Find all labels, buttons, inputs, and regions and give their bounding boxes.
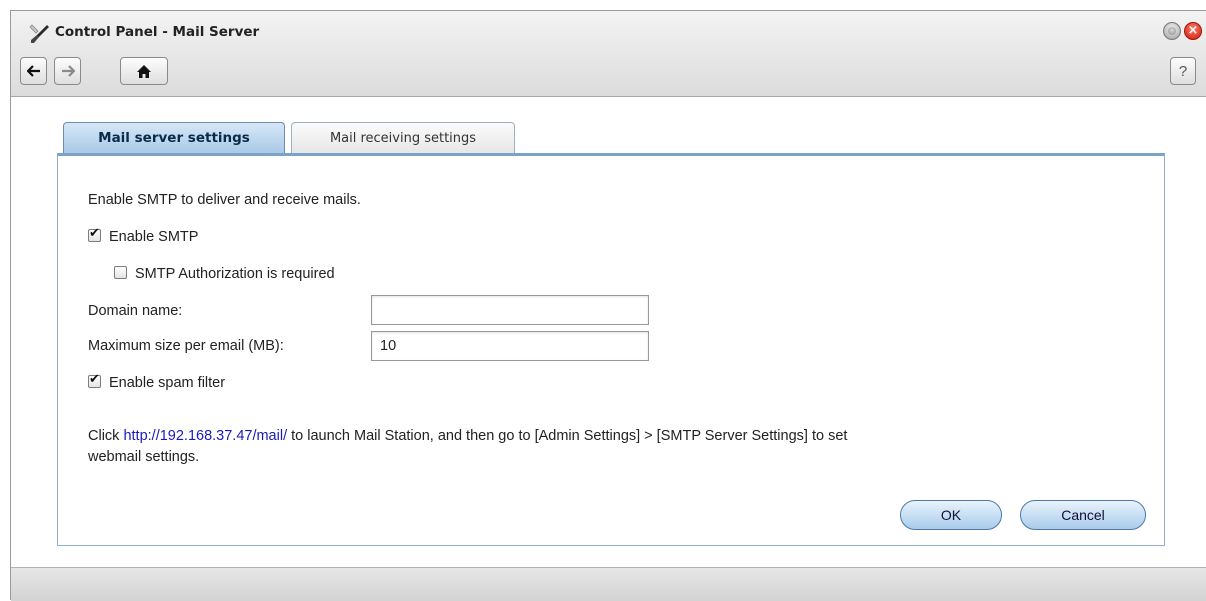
forward-arrow-icon <box>61 65 75 77</box>
forward-button[interactable] <box>54 57 81 85</box>
status-bar <box>11 567 1206 601</box>
max-size-label: Maximum size per email (MB): <box>88 338 284 354</box>
content-area: Mail server settings Mail receiving sett… <box>11 98 1206 565</box>
max-size-input[interactable] <box>371 331 649 361</box>
back-arrow-icon <box>26 65 41 77</box>
domain-name-label: Domain name: <box>88 303 183 319</box>
mail-station-link[interactable]: http://192.168.37.47/mail/ <box>123 428 287 444</box>
checkbox-unchecked-icon[interactable] <box>114 266 127 279</box>
smtp-auth-option[interactable]: SMTP Authorization is required <box>114 266 335 282</box>
tab-bar: Mail server settings Mail receiving sett… <box>63 122 521 154</box>
checkbox-checked-icon[interactable] <box>88 372 101 388</box>
info-text-line1: Click http://192.168.37.47/mail/ to laun… <box>88 428 847 444</box>
close-icon[interactable]: × <box>1184 22 1202 40</box>
info-suffix: to launch Mail Station, and then go to [… <box>287 428 848 444</box>
home-button[interactable] <box>120 57 168 85</box>
control-panel-window: Control Panel - Mail Server × ? Mail ser… <box>10 10 1206 601</box>
tab-mail-server-settings[interactable]: Mail server settings <box>63 122 285 153</box>
settings-panel: Enable SMTP to deliver and receive mails… <box>57 153 1165 546</box>
checkbox-checked-icon[interactable] <box>88 226 101 242</box>
help-button[interactable]: ? <box>1170 57 1196 85</box>
window-title: Control Panel - Mail Server <box>55 24 260 40</box>
title-bar: Control Panel - Mail Server × ? <box>11 11 1206 97</box>
spam-filter-option[interactable]: Enable spam filter <box>88 372 226 391</box>
control-panel-icon <box>29 23 51 45</box>
back-button[interactable] <box>20 57 47 85</box>
tab-mail-receiving-settings[interactable]: Mail receiving settings <box>291 122 515 153</box>
intro-text: Enable SMTP to deliver and receive mails… <box>88 192 361 208</box>
help-icon: ? <box>1178 62 1188 80</box>
home-icon <box>136 64 152 79</box>
spam-filter-label: Enable spam filter <box>109 375 226 391</box>
cancel-button[interactable]: Cancel <box>1020 500 1146 530</box>
info-text-line2: webmail settings. <box>88 449 200 465</box>
smtp-auth-label: SMTP Authorization is required <box>135 266 335 282</box>
enable-smtp-label: Enable SMTP <box>109 229 199 245</box>
domain-name-input[interactable] <box>371 295 649 325</box>
ok-button[interactable]: OK <box>900 500 1002 530</box>
minimize-icon[interactable] <box>1163 22 1181 40</box>
info-prefix: Click <box>88 428 124 444</box>
enable-smtp-option[interactable]: Enable SMTP <box>88 226 199 245</box>
